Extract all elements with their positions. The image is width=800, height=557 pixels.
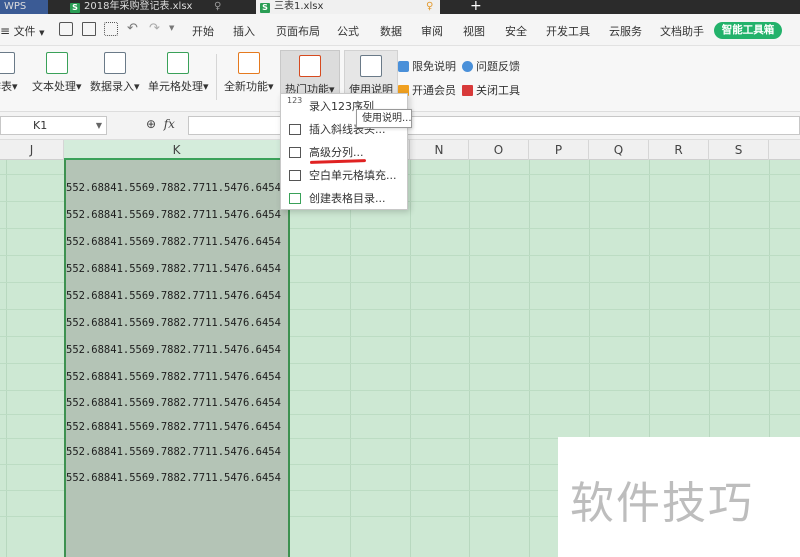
cell-processing-button[interactable]: 单元格处理▾ (148, 52, 209, 94)
file-tab-label: 三表1.xlsx (274, 1, 324, 12)
grid-line (410, 160, 411, 557)
worksheet-icon (0, 52, 15, 74)
spreadsheet-window: WPS S 2018年采购登记表.xlsx ♀ S 三表1.xlsx ♀ + ≡ 文… (0, 0, 800, 557)
watermark: 软件技巧 (558, 437, 800, 557)
grid-line (6, 160, 7, 557)
file-tab-active[interactable]: S 三表1.xlsx (256, 0, 440, 14)
chevron-down-icon: ▼ (95, 121, 102, 130)
data-entry-button[interactable]: 数据录入▾ (90, 52, 140, 94)
print-icon[interactable] (82, 22, 96, 36)
spreadsheet-icon: S (260, 3, 270, 13)
file-tab-label: 2018年采购登记表.xlsx (84, 1, 193, 12)
grid-line (350, 160, 351, 557)
column-header-q[interactable]: Q (589, 140, 649, 160)
text-processing-button[interactable]: 文本处理▾ (32, 52, 82, 94)
pin-icon[interactable]: ♀ (214, 0, 228, 14)
table-index-icon (289, 193, 301, 204)
fx-icon[interactable]: fx (164, 117, 175, 131)
cell-k[interactable]: 552.68841.5569.7882.7711.5476.6454 (66, 439, 286, 465)
column-header-s[interactable]: S (709, 140, 769, 160)
wps-home-tab[interactable]: WPS (0, 0, 48, 14)
undo-icon[interactable]: ↶ (127, 21, 138, 36)
column-header-k[interactable]: K (64, 140, 290, 160)
menu-data[interactable]: 数据 (380, 23, 402, 39)
menu-bar: ≡ 文件 ▼ ↶ ↷ ▼ 开始 插入 页面布局 公式 数据 审阅 视图 安全 开… (0, 14, 800, 46)
file-menu[interactable]: ≡ 文件 ▼ (0, 23, 44, 39)
column-header-p[interactable]: P (529, 140, 589, 160)
feedback-link[interactable]: 问题反馈 (462, 58, 520, 74)
cell-k[interactable]: 552.68841.5569.7882.7711.5476.6454 (66, 465, 286, 491)
column-header-j[interactable]: J (0, 140, 64, 160)
menu-item-fill-blank-cells[interactable]: 空白单元格填充... (281, 165, 407, 187)
guide-document-icon (360, 55, 382, 77)
worksheet-button[interactable]: 作表▾ (0, 52, 18, 94)
disclaimer-link[interactable]: 限免说明 (398, 58, 456, 74)
cell-processing-icon (167, 52, 190, 74)
text-processing-icon (45, 52, 68, 74)
cell-k[interactable]: 552.68841.5569.7882.7711.5476.6454 (66, 175, 286, 201)
menu-cloud[interactable]: 云服务 (609, 23, 642, 39)
smart-toolbox-tab[interactable]: 智能工具箱 (714, 22, 782, 39)
print-preview-icon[interactable] (104, 22, 118, 36)
usage-guide-tooltip: 使用说明... (356, 109, 412, 128)
spreadsheet-icon: S (70, 3, 80, 13)
number-sequence-icon: 123 (287, 96, 303, 105)
menu-developer[interactable]: 开发工具 (546, 23, 590, 39)
cell-k[interactable]: 552.68841.5569.7882.7711.5476.6454 (66, 414, 286, 440)
menu-page-layout[interactable]: 页面布局 (276, 23, 320, 39)
cell-k[interactable]: 552.68841.5569.7882.7711.5476.6454 (66, 256, 286, 282)
diagonal-header-icon (289, 124, 301, 135)
new-tab-button[interactable]: + (470, 0, 488, 14)
new-functions-button[interactable]: 全新功能▾ (224, 52, 274, 94)
pin-icon[interactable]: ♀ (426, 0, 440, 14)
cell-k[interactable]: 552.68841.5569.7882.7711.5476.6454 (66, 390, 286, 416)
menu-home[interactable]: 开始 (192, 23, 214, 39)
cell-k[interactable]: 552.68841.5569.7882.7711.5476.6454 (66, 229, 286, 255)
menu-item-create-table-index[interactable]: 创建表格目录... (281, 188, 407, 210)
cell-k[interactable]: 552.68841.5569.7882.7711.5476.6454 (66, 310, 286, 336)
cell-k[interactable]: 552.68841.5569.7882.7711.5476.6454 (66, 202, 286, 228)
flame-icon (298, 55, 321, 77)
wps-tab-label: WPS (4, 1, 27, 12)
name-box[interactable]: K1 ▼ (0, 116, 107, 135)
cell-k[interactable]: 552.68841.5569.7882.7711.5476.6454 (66, 283, 286, 309)
document-tab-bar: WPS S 2018年采购登记表.xlsx ♀ S 三表1.xlsx ♀ + (0, 0, 800, 14)
menu-review[interactable]: 审阅 (421, 23, 443, 39)
menu-formulas[interactable]: 公式 (337, 23, 359, 39)
close-tool-link[interactable]: 关闭工具 (462, 82, 520, 98)
cell-k[interactable]: 552.68841.5569.7882.7711.5476.6454 (66, 364, 286, 390)
grid-line (529, 160, 530, 557)
tag-icon (398, 61, 409, 72)
data-entry-icon (103, 52, 126, 74)
column-header-t[interactable] (769, 140, 800, 160)
ribbon-divider (216, 54, 217, 100)
menu-view[interactable]: 视图 (463, 23, 485, 39)
redo-icon[interactable]: ↷ (149, 21, 160, 36)
menu-security[interactable]: 安全 (505, 23, 527, 39)
formula-tools: ⊕ fx (146, 117, 175, 131)
column-header-r[interactable]: R (649, 140, 709, 160)
split-column-icon (289, 147, 301, 158)
quick-access-dropdown-icon[interactable]: ▼ (169, 24, 174, 32)
grid-line (469, 160, 470, 557)
menu-doc-assistant[interactable]: 文档助手 (660, 23, 704, 39)
cell-k[interactable]: 552.68841.5569.7882.7711.5476.6454 (66, 337, 286, 363)
close-icon (462, 85, 473, 96)
zoom-icon[interactable]: ⊕ (146, 117, 156, 131)
column-header-o[interactable]: O (469, 140, 529, 160)
menu-insert[interactable]: 插入 (233, 23, 255, 39)
help-icon (462, 61, 473, 72)
save-icon[interactable] (59, 22, 73, 36)
grid-fill-icon (289, 170, 301, 181)
new-functions-icon (237, 52, 260, 74)
column-header-n[interactable]: N (410, 140, 469, 160)
